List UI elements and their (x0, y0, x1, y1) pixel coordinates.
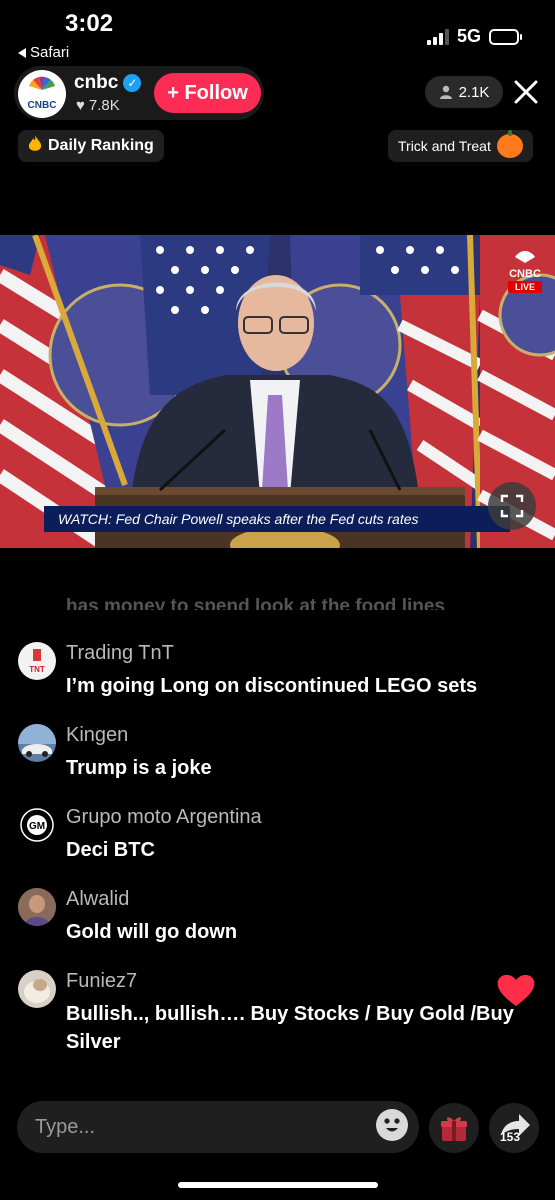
emoji-button[interactable] (376, 1109, 408, 1141)
comment-avatar (18, 888, 56, 926)
comment-username: Alwalid (66, 888, 130, 910)
gift-icon (441, 1117, 467, 1141)
cellular-signal-icon (426, 28, 449, 45)
comment-message: Deci BTC (66, 839, 155, 861)
host-likes: ♥ 7.8K (76, 97, 120, 114)
fullscreen-button[interactable] (488, 482, 536, 530)
comment-input-container[interactable] (17, 1101, 419, 1153)
back-app-label: Safari (30, 44, 70, 61)
home-indicator[interactable] (178, 1182, 378, 1188)
comment-username: Funiez7 (66, 970, 138, 992)
host-avatar[interactable]: CNBC (18, 70, 66, 118)
comment-avatar (18, 970, 56, 1008)
comment-input[interactable] (35, 1113, 365, 1141)
heart-icon: ♥ (76, 97, 85, 114)
daily-ranking-chip[interactable]: Daily Ranking (18, 130, 164, 162)
fire-icon (28, 134, 42, 158)
verified-check-icon: ✓ (123, 74, 142, 92)
viewer-count-button[interactable]: 2.1K (425, 76, 503, 108)
live-badge: LIVE (508, 281, 542, 293)
comment-message: Gold will go down (66, 921, 238, 943)
cnbc-live-bug: CNBC LIVE (508, 250, 542, 293)
comment-message: Bullish.., bullish…. Buy Stocks / Buy Go… (66, 1003, 514, 1053)
host-name-label: cnbc (74, 72, 119, 93)
fullscreen-icon (500, 494, 524, 518)
back-to-safari[interactable]: Safari (18, 44, 69, 61)
comment-message: Trump is a joke (66, 757, 212, 779)
network-type: 5G (456, 26, 481, 46)
comment-username: Kingen (66, 724, 129, 746)
comment-avatar: GM (18, 806, 56, 844)
pumpkin-icon (496, 130, 523, 158)
live-video[interactable] (0, 235, 555, 548)
gift-button[interactable] (429, 1103, 479, 1153)
comment-avatar-text: GM (29, 821, 45, 832)
emoji-icon (384, 1118, 400, 1132)
comment-avatar: TNT (18, 642, 56, 680)
share-arrow-icon (501, 1114, 530, 1136)
status-time: 3:02 (65, 10, 114, 37)
video-caption: WATCH: Fed Chair Powell speaks after the… (44, 506, 510, 532)
video-frame-image (0, 235, 555, 548)
comment-username: Grupo moto Argentina (66, 806, 262, 828)
share-count: 153 (500, 1130, 521, 1144)
share-button[interactable] (489, 1103, 539, 1153)
trick-and-treat-label: Trick and Treat (398, 138, 491, 154)
follow-button[interactable]: + Follow (154, 73, 261, 113)
cnbc-peacock-icon: CNBC (28, 76, 57, 111)
back-arrow-icon (18, 47, 26, 58)
faded-comment: has money to spend look at the food line… (66, 596, 445, 610)
status-indicators: 5G (426, 26, 522, 47)
host-name[interactable]: cnbc ✓ (74, 72, 142, 94)
trick-and-treat-chip[interactable]: Trick and Treat (388, 130, 533, 162)
viewer-count: 2.1K (458, 83, 490, 101)
host-logo-text: CNBC (28, 100, 57, 111)
comment-message: I’m going Long on discontinued LEGO sets (66, 675, 478, 697)
comment-avatar (18, 724, 56, 762)
close-button[interactable] (512, 78, 540, 106)
daily-ranking-label: Daily Ranking (48, 137, 154, 154)
floating-heart-icon (496, 972, 536, 1008)
battery-icon (489, 28, 522, 45)
cnbc-peacock-small-icon (515, 251, 535, 263)
cnbc-bug-text: CNBC (509, 268, 541, 280)
close-icon (514, 80, 538, 104)
host-likes-count: 7.8K (88, 97, 120, 114)
comment-username: Trading TnT (66, 642, 174, 664)
comment-avatar-text: TNT (29, 665, 45, 674)
person-icon (439, 85, 452, 99)
